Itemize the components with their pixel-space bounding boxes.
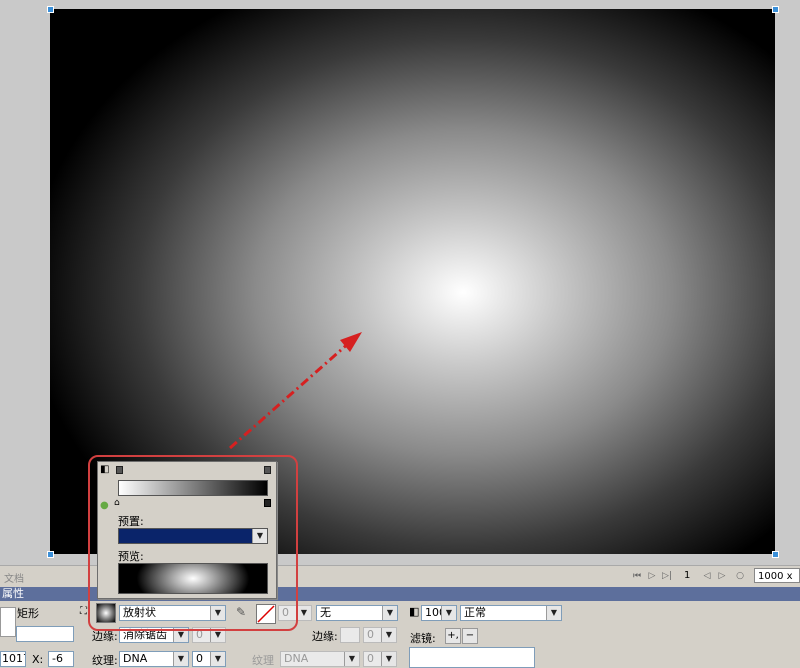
stroke-texture-amount-field[interactable]: 0 ▼ <box>363 651 397 667</box>
shape-name-field[interactable] <box>16 626 74 642</box>
texture-select[interactable]: DNA ▼ <box>119 651 189 667</box>
stroke-texture-value: DNA <box>284 652 309 665</box>
chevron-down-icon: ▼ <box>546 606 561 620</box>
chevron-down-icon: ▼ <box>441 606 456 620</box>
status-doc-label: 文档 <box>4 574 24 585</box>
chevron-down-icon: ▼ <box>210 652 225 666</box>
texture-label: 纹理: <box>92 654 118 667</box>
x-field[interactable]: -6 <box>48 651 74 667</box>
canvas-size-display: 1000 x 750 <box>754 568 800 597</box>
stroke-edge-field[interactable] <box>340 627 360 643</box>
stroke-texture-select[interactable]: DNA ▼ <box>280 651 360 667</box>
opacity-icon: ◧ <box>409 605 420 618</box>
next-page-icon[interactable]: ▷ <box>717 570 727 582</box>
chevron-down-icon: ▼ <box>381 628 396 642</box>
stroke-type-select[interactable]: 无 ▼ <box>316 605 398 621</box>
width-field[interactable]: 1017 <box>0 651 26 667</box>
stroke-edge-amount-field[interactable]: 0 ▼ <box>363 627 397 643</box>
last-frame-icon[interactable]: ▷| <box>662 570 672 582</box>
annotation-highlight <box>88 455 298 631</box>
stroke-edge-amount-value: 0 <box>367 628 374 641</box>
texture-value: DNA <box>123 652 148 665</box>
play-icon[interactable]: ▷ <box>647 570 657 582</box>
annotation-arrow-head <box>340 332 362 352</box>
first-page-icon[interactable]: ⏮ <box>632 570 642 582</box>
stroke-type-value: 无 <box>320 606 331 619</box>
annotation-arrow-line <box>229 340 351 450</box>
chevron-down-icon: ▼ <box>381 652 396 666</box>
chevron-down-icon: ▼ <box>173 652 188 666</box>
chevron-down-icon: ▼ <box>382 606 397 620</box>
zoom-icon[interactable]: ○ <box>735 570 745 582</box>
shape-type-label: 矩形 <box>17 607 39 620</box>
opacity-field[interactable]: 100 ▼ <box>421 605 457 621</box>
remove-filter-button[interactable]: − <box>462 628 478 644</box>
fill-bucket-icon[interactable]: ⛶ <box>80 606 87 617</box>
page-number: 1 <box>684 570 691 581</box>
add-filter-button[interactable]: +, <box>445 628 461 644</box>
stroke-texture-amount-value: 0 <box>367 652 374 665</box>
prev-page-icon[interactable]: ◁ <box>702 570 712 582</box>
blend-mode-value: 正常 <box>464 606 486 619</box>
texture-amount-value: 0 <box>196 652 203 665</box>
filters-label: 滤镜: <box>410 632 436 645</box>
stroke-texture-label: 纹理 <box>252 654 274 667</box>
blend-mode-select[interactable]: 正常 ▼ <box>460 605 562 621</box>
stroke-edge-label: 边缘: <box>312 630 338 643</box>
shape-thumbnail <box>0 607 16 637</box>
x-label: X: <box>32 653 44 666</box>
chevron-down-icon: ▼ <box>344 652 359 666</box>
texture-amount-field[interactable]: 0 ▼ <box>192 651 226 667</box>
chevron-down-icon: ▼ <box>296 606 311 620</box>
filters-list[interactable] <box>409 647 535 668</box>
